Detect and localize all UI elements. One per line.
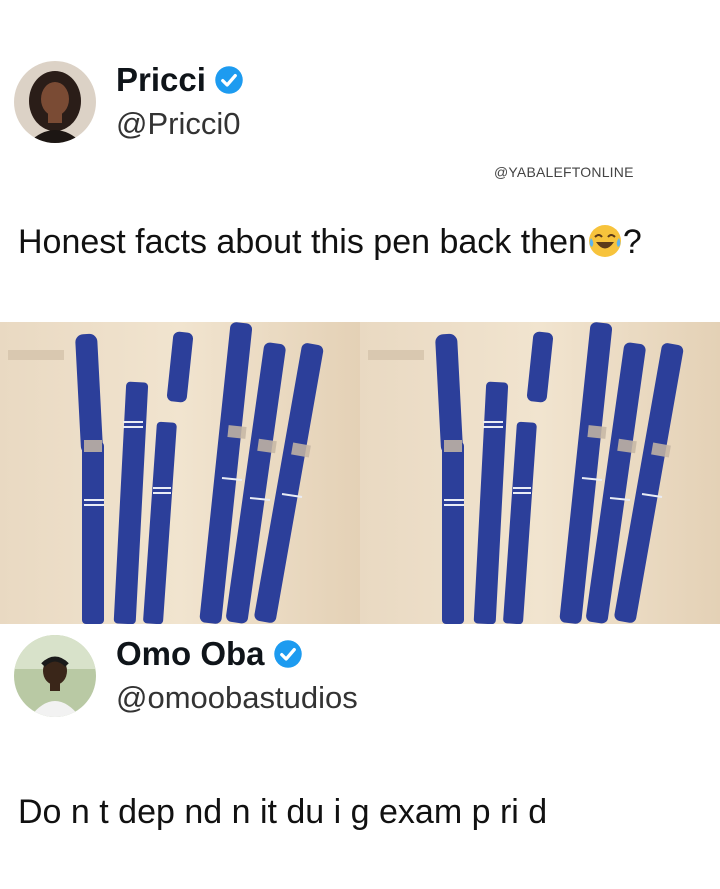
tweet2-display-name-text: Omo Oba	[116, 635, 265, 672]
tweet1-text: Honest facts about this pen back then ?	[18, 216, 678, 268]
tweet2-avatar[interactable]	[14, 635, 96, 717]
tweet1-avatar[interactable]	[14, 61, 96, 143]
tweet1-text-body: Honest facts about this pen back then	[18, 223, 587, 261]
watermark: @YABALEFTONLINE	[494, 164, 634, 180]
face-with-tears-of-joy-icon	[588, 225, 621, 257]
tweet1-handle[interactable]: @Pricci0	[116, 104, 244, 144]
tweet1-display-name-text: Pricci	[116, 61, 206, 98]
verified-badge-icon	[273, 640, 302, 668]
tweet2-text: Do n t dep nd n it du i g exam p ri d	[18, 793, 548, 831]
tweet1-display-name[interactable]: Pricci	[116, 60, 244, 100]
verified-badge-icon	[215, 66, 243, 94]
tweet2-header: Omo Oba @omoobastudios	[14, 634, 358, 718]
pen-photo[interactable]	[0, 322, 720, 624]
tweet1-header: Pricci @Pricci0	[14, 60, 244, 144]
tweet1-text-suffix: ?	[622, 223, 642, 261]
tweet2-handle[interactable]: @omoobastudios	[116, 678, 358, 718]
tweet2-display-name[interactable]: Omo Oba	[116, 634, 358, 674]
